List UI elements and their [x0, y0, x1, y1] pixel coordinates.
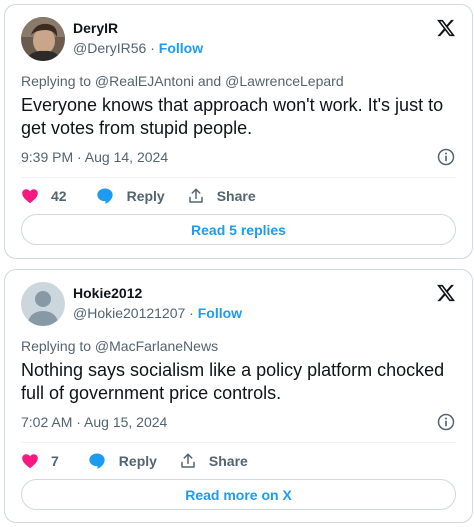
- share-button[interactable]: Share: [179, 452, 248, 470]
- action-bar: 42 Reply Share: [21, 185, 256, 207]
- replying-to: Replying to @MacFarlaneNews: [21, 338, 219, 354]
- tweet-text: Nothing says socialism like a policy pla…: [21, 360, 445, 403]
- like-button[interactable]: 7: [21, 452, 59, 470]
- timestamp[interactable]: 9:39 PM · Aug 14, 2024: [21, 149, 168, 165]
- timestamp[interactable]: 7:02 AM · Aug 15, 2024: [21, 414, 167, 430]
- info-icon[interactable]: [436, 412, 456, 432]
- follow-button[interactable]: Follow: [159, 40, 203, 56]
- share-upload-icon: [188, 188, 203, 203]
- divider: [21, 177, 456, 178]
- tweet-text: Everyone knows that approach won't work.…: [21, 95, 444, 138]
- author-name[interactable]: DeryIR: [73, 20, 118, 36]
- share-button[interactable]: Share: [187, 187, 256, 205]
- author-handle[interactable]: @Hokie20121207: [73, 305, 185, 321]
- info-icon[interactable]: [436, 147, 456, 167]
- replying-to: Replying to @RealEJAntoni and @LawrenceL…: [21, 73, 344, 89]
- like-count: 42: [51, 188, 67, 204]
- author-handle-line: @DeryIR56 · Follow: [73, 40, 203, 56]
- author-name[interactable]: Hokie2012: [73, 285, 142, 301]
- default-avatar: [21, 282, 65, 326]
- reply-label: Reply: [118, 453, 157, 469]
- avatar[interactable]: [21, 17, 65, 61]
- reply-button[interactable]: Reply: [95, 186, 165, 206]
- tweet-card: DeryIR @DeryIR56 · Follow Replying to @R…: [4, 4, 473, 259]
- speech-bubble-icon: [89, 453, 105, 469]
- like-count: 7: [51, 453, 59, 469]
- read-replies-button[interactable]: Read 5 replies: [21, 214, 456, 245]
- profile-photo: [21, 17, 65, 61]
- action-bar: 7 Reply Share: [21, 450, 248, 472]
- speech-bubble-icon: [96, 188, 113, 204]
- share-label: Share: [216, 188, 256, 204]
- like-button[interactable]: 42: [21, 187, 67, 205]
- reply-button[interactable]: Reply: [87, 451, 157, 471]
- read-more-on-x-button[interactable]: Read more on X: [21, 479, 456, 510]
- author-handle[interactable]: @DeryIR56: [73, 40, 146, 56]
- x-logo-icon[interactable]: [436, 18, 456, 38]
- reply-label: Reply: [126, 188, 165, 204]
- divider: [21, 442, 456, 443]
- tweet-card: Hokie2012 @Hokie20121207 · Follow Replyi…: [4, 269, 473, 523]
- author-handle-line: @Hokie20121207 · Follow: [73, 305, 242, 321]
- separator: ·: [185, 305, 198, 321]
- heart-icon: [22, 189, 38, 204]
- follow-button[interactable]: Follow: [198, 305, 242, 321]
- separator: ·: [146, 40, 159, 56]
- x-logo-icon[interactable]: [436, 283, 456, 303]
- avatar[interactable]: [21, 282, 65, 326]
- share-upload-icon: [181, 453, 195, 468]
- heart-icon: [22, 454, 38, 469]
- share-label: Share: [208, 453, 248, 469]
